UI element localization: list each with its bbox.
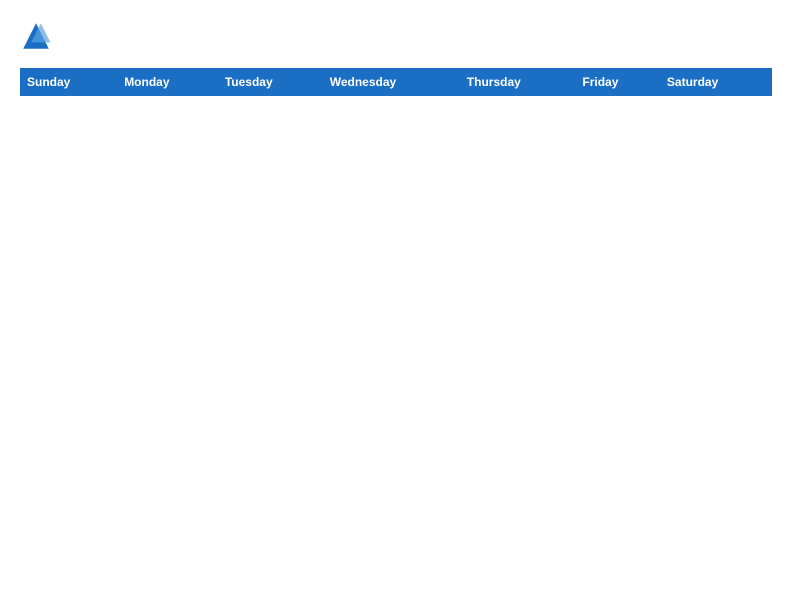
weekday-header: Wednesday xyxy=(323,69,460,96)
weekday-header: Tuesday xyxy=(218,69,323,96)
calendar-header-row: SundayMondayTuesdayWednesdayThursdayFrid… xyxy=(21,69,772,96)
weekday-header: Saturday xyxy=(660,69,771,96)
logo xyxy=(20,20,56,52)
weekday-header: Monday xyxy=(118,69,219,96)
logo-icon xyxy=(20,20,52,52)
page-header xyxy=(20,20,772,52)
weekday-header: Friday xyxy=(576,69,661,96)
weekday-header: Sunday xyxy=(21,69,118,96)
calendar-table: SundayMondayTuesdayWednesdayThursdayFrid… xyxy=(20,68,772,96)
weekday-header: Thursday xyxy=(460,69,576,96)
